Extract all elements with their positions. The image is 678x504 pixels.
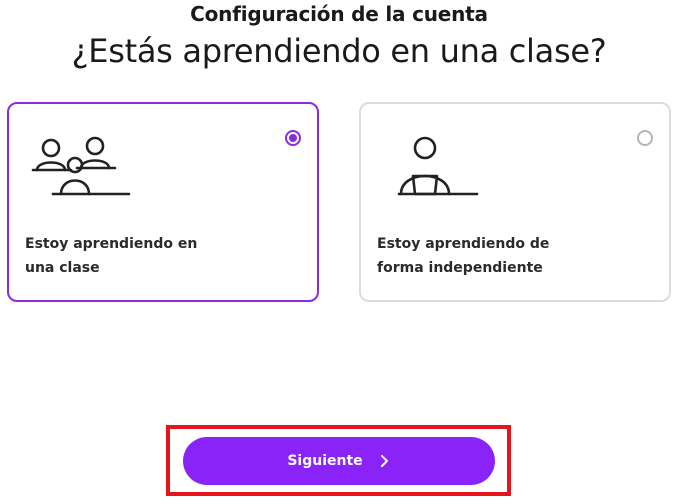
next-button[interactable]: Siguiente [183,437,495,485]
option-card-independent[interactable]: Estoy aprendiendo de forma independiente [359,102,671,302]
radio-classroom[interactable] [285,130,301,146]
option-label-independent: Estoy aprendiendo de forma independiente [377,236,550,276]
page-title: ¿Estás aprendiendo en una clase? [71,32,607,70]
classroom-group-icon [31,136,131,196]
independent-learner-icon [397,136,479,196]
next-button-label: Siguiente [287,453,363,469]
option-card-classroom[interactable]: Estoy aprendiendo en una clase [7,102,319,302]
kicker-title: Configuración de la cuenta [190,2,488,26]
radio-independent[interactable] [637,130,653,146]
chevron-right-icon [380,455,388,467]
option-label-classroom: Estoy aprendiendo en una clase [25,236,198,276]
